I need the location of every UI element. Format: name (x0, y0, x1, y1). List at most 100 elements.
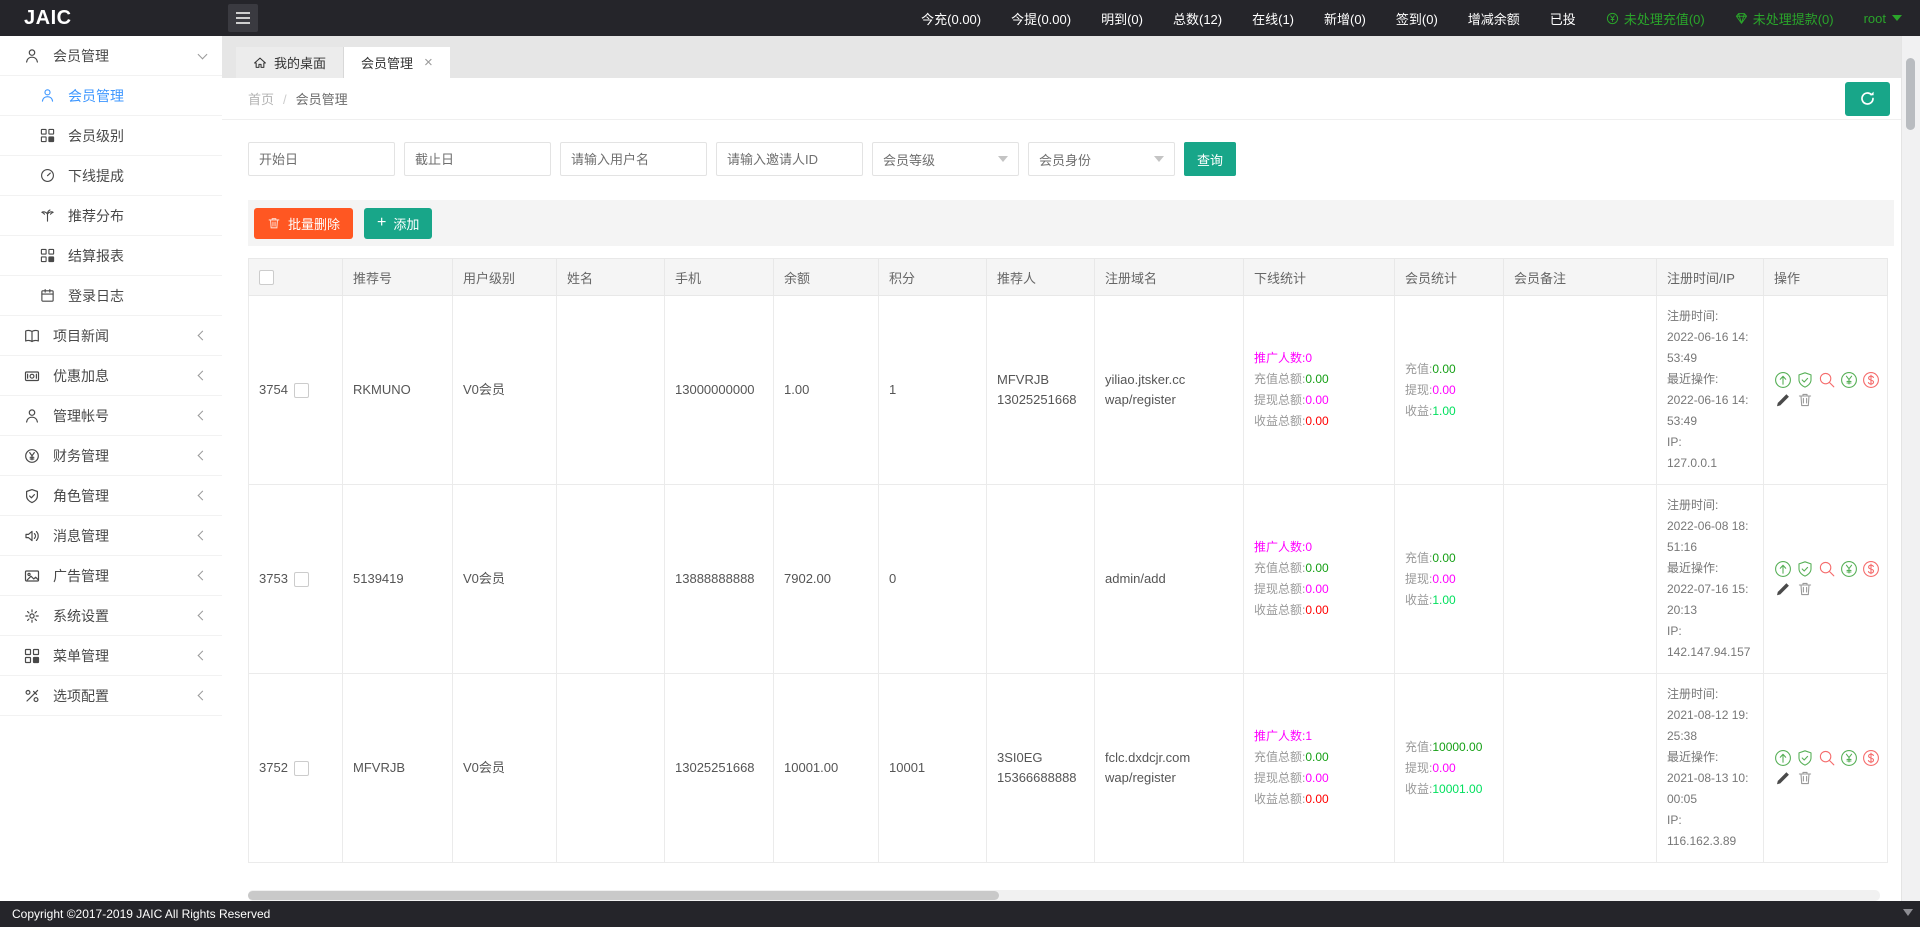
batch-delete-button[interactable]: 批量删除 (254, 207, 354, 239)
refresh-button[interactable] (1845, 81, 1890, 116)
sidebar-subitem-1[interactable]: 会员级别 (0, 116, 222, 156)
select-all-checkbox[interactable] (259, 269, 274, 285)
edit-button[interactable] (1774, 391, 1792, 409)
column-header: 注册时间/IP (1656, 258, 1764, 296)
sidebar-item-9[interactable]: 菜单管理 (0, 636, 222, 676)
stat-line: 提现总额:0.00 (1254, 393, 1329, 407)
vertical-scrollbar-thumb[interactable] (1906, 58, 1915, 130)
tab-member-management[interactable]: 会员管理 × (344, 47, 450, 78)
caret-down-icon (1892, 15, 1902, 21)
sidebar-subitem-5[interactable]: 登录日志 (0, 276, 222, 316)
row-checkbox[interactable] (293, 571, 309, 587)
query-button[interactable]: 查询 (1184, 142, 1236, 176)
points-cell: 1 (878, 295, 987, 485)
delete-button[interactable] (1796, 391, 1814, 409)
sidebar-item-6[interactable]: 消息管理 (0, 516, 222, 556)
inspect-button[interactable] (1818, 560, 1836, 578)
recharge-button[interactable] (1840, 371, 1858, 389)
horizontal-scrollbar[interactable] (248, 890, 1880, 901)
start-date-input[interactable] (248, 142, 395, 176)
topbar-stat[interactable]: 在线(1) (1252, 9, 1294, 28)
inspect-button[interactable] (1818, 749, 1836, 767)
sidebar-subitem-label: 推荐分布 (68, 207, 124, 224)
delete-button[interactable] (1796, 769, 1814, 787)
sidebar-item-5[interactable]: 角色管理 (0, 476, 222, 516)
member-identity-select[interactable]: 会员身份 (1028, 142, 1175, 176)
tab-my-desktop[interactable]: 我的桌面 (236, 47, 345, 78)
deduct-button[interactable] (1862, 371, 1880, 389)
stat-line: 提现总额:0.00 (1254, 771, 1329, 785)
stat-line: 推广人数:0 (1254, 351, 1313, 365)
dollar-circle-icon (1863, 750, 1879, 766)
deduct-button[interactable] (1862, 560, 1880, 578)
end-date-input[interactable] (404, 142, 551, 176)
breadcrumb-home[interactable]: 首页 (248, 92, 274, 107)
topbar-stats: 今充(0.00) 今提(0.00) 明到(0) 总数(12) 在线(1) 新增(0) 签到(… (921, 9, 1902, 28)
topbar-stat[interactable]: 明到(0) (1101, 9, 1143, 28)
horizontal-scrollbar-thumb[interactable] (248, 891, 999, 900)
verify-button[interactable] (1796, 560, 1814, 578)
promote-button[interactable] (1774, 371, 1792, 389)
domain-line: wap/register (1105, 392, 1176, 407)
verify-button[interactable] (1796, 749, 1814, 767)
topbar-stat[interactable]: 已投 (1550, 9, 1576, 28)
sidebar-item-7[interactable]: 广告管理 (0, 556, 222, 596)
topbar-stat[interactable]: 签到(0) (1396, 9, 1438, 28)
user-icon (26, 408, 38, 423)
sidebar-item-4[interactable]: 财务管理 (0, 436, 222, 476)
sidebar-item-0[interactable]: 会员管理 (0, 36, 222, 76)
user-menu[interactable]: root (1864, 11, 1902, 26)
verify-button[interactable] (1796, 371, 1814, 389)
row-checkbox[interactable] (293, 760, 309, 776)
recharge-button[interactable] (1840, 749, 1858, 767)
inspect-button[interactable] (1818, 371, 1836, 389)
sidebar-subitem-0[interactable]: 会员管理 (0, 76, 222, 116)
shield-check-icon (1798, 561, 1812, 577)
sidebar-item-2[interactable]: 优惠加息 (0, 356, 222, 396)
column-header: 会员统计 (1394, 258, 1504, 296)
member-level-select[interactable]: 会员等级 (872, 142, 1019, 176)
row-checkbox[interactable] (293, 382, 309, 398)
remark-cell (1503, 484, 1657, 674)
stat-line: 推广人数:1 (1254, 729, 1313, 743)
referrer-cell: MFVRJB 13025251668 (986, 295, 1095, 485)
topbar-stat[interactable]: 今提(0.00) (1011, 9, 1071, 28)
delete-button[interactable] (1796, 580, 1814, 598)
sidebar-item-8[interactable]: 系统设置 (0, 596, 222, 636)
username-input[interactable] (560, 142, 707, 176)
inviter-id-input[interactable] (716, 142, 863, 176)
recharge-button[interactable] (1840, 560, 1858, 578)
vertical-scrollbar[interactable] (1901, 36, 1920, 901)
edit-button[interactable] (1774, 580, 1792, 598)
tab-label: 我的桌面 (274, 56, 327, 71)
topbar-stat[interactable]: 增减余额 (1468, 9, 1520, 28)
topbar-pending-recharge[interactable]: 未处理充值(0) (1606, 9, 1705, 28)
topbar-pending-withdraw[interactable]: 未处理提款(0) (1735, 9, 1834, 28)
user-name: root (1863, 10, 1886, 26)
magnifier-icon (1819, 750, 1835, 766)
domain-line: wap/register (1105, 770, 1176, 785)
sidebar-subitem-3[interactable]: 推荐分布 (0, 196, 222, 236)
promote-button[interactable] (1774, 749, 1792, 767)
topbar-stat[interactable]: 总数(12) (1173, 9, 1222, 28)
sidebar-item-10[interactable]: 选项配置 (0, 676, 222, 716)
add-button[interactable]: + 添加 (364, 207, 433, 239)
tab-close-icon[interactable]: × (424, 54, 433, 71)
sidebar-item-label: 系统设置 (53, 607, 109, 624)
edit-button[interactable] (1774, 769, 1792, 787)
topbar-stat[interactable]: 今充(0.00) (921, 9, 981, 28)
app-logo: JAIC (24, 6, 72, 29)
sidebar-item-1[interactable]: 项目新闻 (0, 316, 222, 356)
sidebar-toggle-button[interactable] (228, 4, 258, 32)
column-header: 推荐人 (986, 258, 1095, 296)
stat-line: 充值:0.00 (1405, 361, 1456, 376)
sidebar-subitem-2[interactable]: 下线提成 (0, 156, 222, 196)
sidebar-item-3[interactable]: 管理帐号 (0, 396, 222, 436)
sidebar-subitem-4[interactable]: 结算报表 (0, 236, 222, 276)
promote-button[interactable] (1774, 560, 1792, 578)
topbar-stat[interactable]: 新增(0) (1324, 9, 1366, 28)
deduct-button[interactable] (1862, 749, 1880, 767)
chevron-left-icon (197, 370, 208, 381)
stat-line: 收益总额:0.00 (1254, 603, 1329, 617)
balance-cell: 7902.00 (773, 484, 879, 674)
